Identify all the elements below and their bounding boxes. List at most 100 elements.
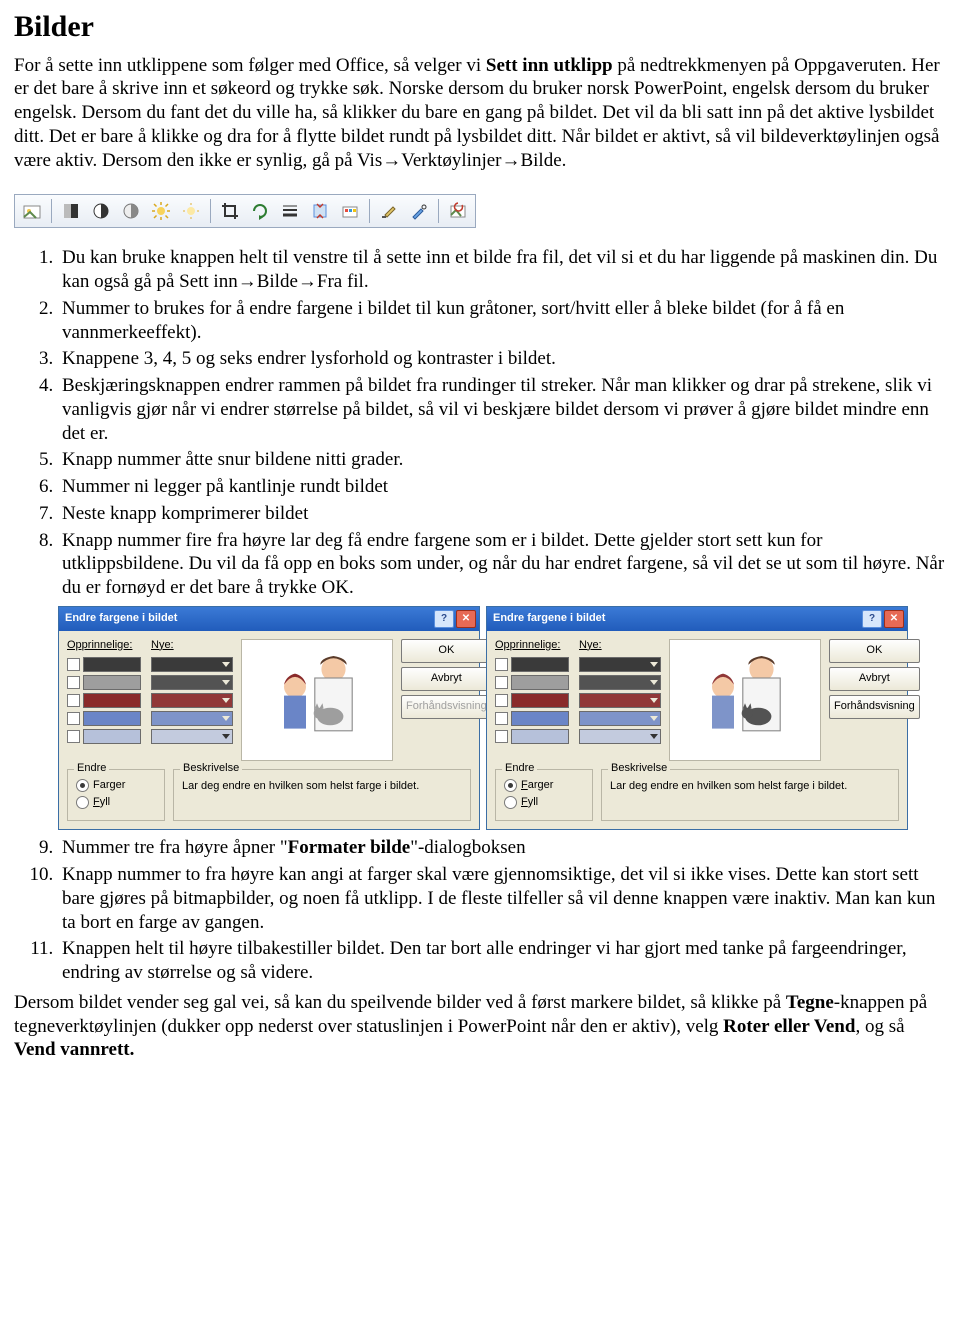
more-brightness-icon[interactable] bbox=[147, 197, 175, 225]
colors-radio[interactable] bbox=[504, 779, 517, 792]
compress-icon[interactable] bbox=[306, 197, 334, 225]
recolor-icon[interactable] bbox=[336, 197, 364, 225]
checkbox[interactable] bbox=[495, 730, 508, 743]
ok-button[interactable]: OK bbox=[829, 639, 920, 663]
checkbox[interactable] bbox=[495, 694, 508, 707]
dialog-title-text: Endre fargene i bildet bbox=[493, 612, 605, 626]
preview-button[interactable]: Forhåndsvisning bbox=[401, 695, 492, 719]
fill-radio-label: Fyll bbox=[93, 796, 110, 810]
instruction-list-continued: Nummer tre fra høyre åpner "Formater bil… bbox=[58, 836, 946, 985]
dialog-title-text: Endre fargene i bildet bbox=[65, 612, 177, 626]
recolor-dialog-before: Endre fargene i bildet ? ✕ Opprinnelige: bbox=[58, 606, 480, 831]
list-item: Beskjæringsknappen endrer rammen på bild… bbox=[58, 374, 946, 445]
crop-icon[interactable] bbox=[216, 197, 244, 225]
dialog-screenshots: Endre fargene i bildet ? ✕ Opprinnelige: bbox=[58, 606, 946, 831]
color-dropdown[interactable] bbox=[151, 657, 233, 672]
page-title: Bilder bbox=[14, 8, 946, 46]
color-dropdown[interactable] bbox=[151, 711, 233, 726]
color-dropdown[interactable] bbox=[151, 675, 233, 690]
intro-paragraph: For å sette inn utklippene som følger me… bbox=[14, 54, 946, 173]
recolor-dialog-after: Endre fargene i bildet ? ✕ Opprinnelige: bbox=[486, 606, 908, 831]
checkbox[interactable] bbox=[67, 712, 80, 725]
rotate-icon[interactable] bbox=[246, 197, 274, 225]
color-dropdown[interactable] bbox=[579, 657, 661, 672]
color-mode-icon[interactable] bbox=[57, 197, 85, 225]
color-dropdown[interactable] bbox=[151, 729, 233, 744]
picture-toolbar bbox=[14, 194, 476, 228]
list-item: Knapp nummer fire fra høyre lar deg få e… bbox=[58, 529, 946, 600]
list-item: Nummer ni legger på kantlinje rundt bild… bbox=[58, 475, 946, 499]
footer-paragraph: Dersom bildet vender seg gal vei, så kan… bbox=[14, 991, 946, 1062]
color-dropdown[interactable] bbox=[579, 729, 661, 744]
footer-d: Roter eller Vend bbox=[723, 1016, 855, 1037]
help-icon[interactable]: ? bbox=[434, 610, 454, 628]
colors-radio-label: Farger bbox=[521, 779, 553, 793]
checkbox[interactable] bbox=[67, 694, 80, 707]
reset-picture-icon[interactable] bbox=[444, 197, 472, 225]
list-item: Knappen helt til høyre tilbakestiller bi… bbox=[58, 937, 946, 985]
description-fieldset: Beskrivelse Lar deg endre en hvilken som… bbox=[601, 769, 899, 822]
description-text: Lar deg endre en hvilken som helst farge… bbox=[610, 776, 890, 794]
instruction-list: Du kan bruke knappen helt til venstre ti… bbox=[58, 246, 946, 600]
description-legend: Beskrivelse bbox=[180, 762, 242, 776]
more-contrast-icon[interactable] bbox=[87, 197, 115, 225]
change-fieldset: Endre Farger Fyll bbox=[67, 769, 165, 822]
checkbox[interactable] bbox=[67, 730, 80, 743]
fill-radio[interactable] bbox=[76, 796, 89, 809]
colors-radio-label: Farger bbox=[93, 779, 125, 793]
toolbar-separator bbox=[369, 199, 370, 223]
close-icon[interactable]: ✕ bbox=[456, 610, 476, 628]
description-fieldset: Beskrivelse Lar deg endre en hvilken som… bbox=[173, 769, 471, 822]
less-brightness-icon[interactable] bbox=[177, 197, 205, 225]
cancel-button[interactable]: Avbryt bbox=[829, 667, 920, 691]
toolbar-separator bbox=[51, 199, 52, 223]
toolbar-separator bbox=[438, 199, 439, 223]
list-item: Nummer to brukes for å endre fargene i b… bbox=[58, 297, 946, 345]
list-item: Knappene 3, 4, 5 og seks endrer lysforho… bbox=[58, 347, 946, 371]
format-picture-icon[interactable] bbox=[375, 197, 403, 225]
footer-e: , og så bbox=[855, 1016, 904, 1037]
line-style-icon[interactable] bbox=[276, 197, 304, 225]
description-legend: Beskrivelse bbox=[608, 762, 670, 776]
description-text: Lar deg endre en hvilken som helst farge… bbox=[182, 776, 462, 794]
checkbox[interactable] bbox=[495, 676, 508, 689]
intro-text-a: For å sette inn utklippene som følger me… bbox=[14, 55, 486, 76]
checkbox[interactable] bbox=[495, 712, 508, 725]
footer-a: Dersom bildet vender seg gal vei, så kan… bbox=[14, 992, 786, 1013]
preview-button[interactable]: Forhåndsvisning bbox=[829, 695, 920, 719]
close-icon[interactable]: ✕ bbox=[884, 610, 904, 628]
new-label: Nye: bbox=[151, 639, 174, 651]
dialog-titlebar: Endre fargene i bildet ? ✕ bbox=[59, 607, 479, 631]
li9-c: "-dialogboksen bbox=[410, 837, 525, 858]
less-contrast-icon[interactable] bbox=[117, 197, 145, 225]
fill-radio-label: Fyll bbox=[521, 796, 538, 810]
color-dropdown[interactable] bbox=[579, 675, 661, 690]
footer-f: Vend vannrett. bbox=[14, 1039, 134, 1060]
fill-radio[interactable] bbox=[504, 796, 517, 809]
insert-picture-icon[interactable] bbox=[18, 197, 46, 225]
list-item: Knapp nummer to fra høyre kan angi at fa… bbox=[58, 863, 946, 934]
checkbox[interactable] bbox=[495, 658, 508, 671]
intro-bold: Sett inn utklipp bbox=[486, 55, 613, 76]
checkbox[interactable] bbox=[67, 676, 80, 689]
colors-radio[interactable] bbox=[76, 779, 89, 792]
footer-b: Tegne bbox=[786, 992, 834, 1013]
list-item: Du kan bruke knappen helt til venstre ti… bbox=[58, 246, 946, 294]
list-item: Knapp nummer åtte snur bildene nitti gra… bbox=[58, 448, 946, 472]
help-icon[interactable]: ? bbox=[862, 610, 882, 628]
color-dropdown[interactable] bbox=[579, 693, 661, 708]
new-label: Nye: bbox=[579, 639, 602, 651]
li9-bold: Formater bilde bbox=[288, 837, 411, 858]
color-dropdown[interactable] bbox=[579, 711, 661, 726]
color-dropdown[interactable] bbox=[151, 693, 233, 708]
list-item: Neste knapp komprimerer bildet bbox=[58, 502, 946, 526]
ok-button[interactable]: OK bbox=[401, 639, 492, 663]
cancel-button[interactable]: Avbryt bbox=[401, 667, 492, 691]
set-transparent-icon[interactable] bbox=[405, 197, 433, 225]
checkbox[interactable] bbox=[67, 658, 80, 671]
toolbar-separator bbox=[210, 199, 211, 223]
original-label: Opprinnelige: bbox=[495, 639, 560, 651]
dialog-titlebar: Endre fargene i bildet ? ✕ bbox=[487, 607, 907, 631]
li9-a: Nummer tre fra høyre åpner " bbox=[62, 837, 288, 858]
change-legend: Endre bbox=[502, 762, 537, 776]
